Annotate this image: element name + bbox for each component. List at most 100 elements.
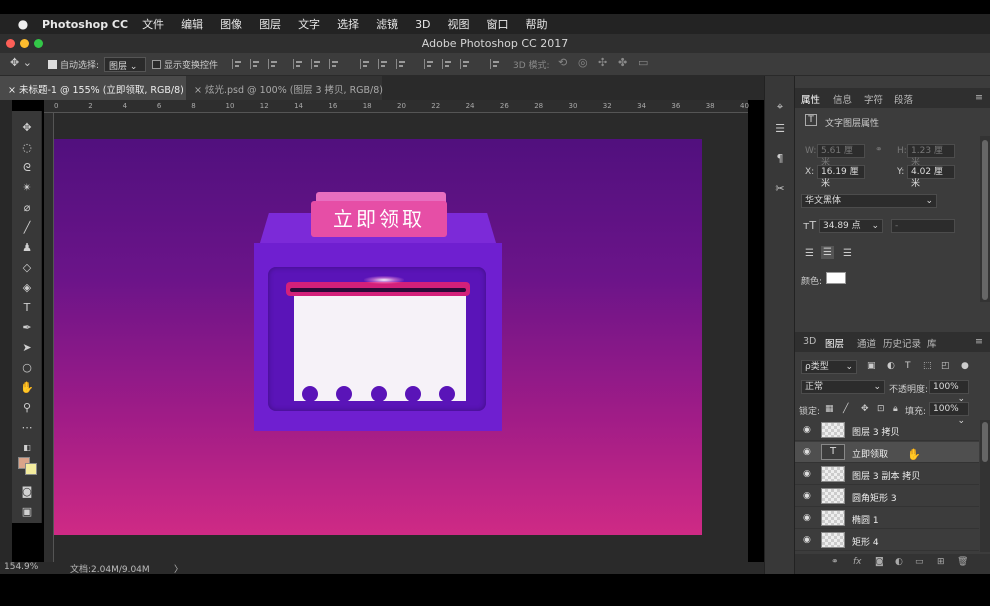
layers-scrollbar[interactable]: [980, 420, 990, 552]
properties-scrollbar[interactable]: [980, 136, 990, 302]
distribute-bottom-icon[interactable]: [396, 59, 407, 69]
tab-character[interactable]: 字符: [864, 92, 883, 106]
tab-history[interactable]: 历史记录: [883, 336, 921, 350]
panel-menu-icon[interactable]: ≡: [975, 92, 983, 103]
tab-3d[interactable]: 3D: [803, 336, 816, 347]
path-select-tool-icon[interactable]: ➤: [20, 341, 34, 355]
x-field[interactable]: 16.19 厘米: [817, 165, 865, 189]
visibility-eye-icon[interactable]: ◉: [803, 447, 811, 457]
new-layer-icon[interactable]: ⊞: [937, 557, 945, 567]
filter-type-icon[interactable]: T: [905, 361, 911, 371]
3d-pan-icon[interactable]: ✣: [598, 56, 607, 69]
gradient-tool-icon[interactable]: ◈: [20, 281, 34, 295]
menu-layer[interactable]: 图层: [259, 16, 281, 32]
document-canvas[interactable]: 立即领取: [54, 139, 702, 535]
paragraph-styles-icon[interactable]: ¶: [773, 152, 787, 166]
layer-filter-select[interactable]: ρ类型 ⌄: [801, 360, 857, 374]
visibility-eye-icon[interactable]: ◉: [803, 469, 811, 479]
auto-select-dropdown[interactable]: 图层 ⌄: [104, 57, 146, 72]
tab-untitled-1[interactable]: × 未标题-1 @ 155% (立即领取, RGB/8) *: [0, 76, 192, 100]
link-layers-icon[interactable]: ⚭: [831, 557, 839, 567]
filter-shape-icon[interactable]: ⬚: [923, 361, 932, 371]
move-tool-icon[interactable]: ✥: [20, 121, 34, 135]
auto-select-checkbox[interactable]: 自动选择:: [48, 58, 99, 71]
stamp-tool-icon[interactable]: ♟: [20, 241, 34, 255]
properties-scroll-thumb[interactable]: [982, 140, 988, 300]
lasso-tool-icon[interactable]: ᘓ: [20, 161, 34, 175]
tab-close-icon[interactable]: ×: [8, 85, 16, 96]
zoom-level[interactable]: 154.9%: [4, 562, 38, 572]
text-tool-icon[interactable]: T: [20, 301, 34, 315]
menu-select[interactable]: 选择: [337, 16, 359, 32]
filter-pixel-icon[interactable]: ▣: [867, 361, 876, 371]
filter-smart-object-icon[interactable]: ◰: [941, 361, 950, 371]
blend-mode-select[interactable]: 正常 ⌄: [801, 380, 885, 394]
swap-colors-icon[interactable]: ◧ ⇄: [20, 441, 34, 466]
align-right-icon[interactable]: [329, 59, 340, 69]
align-text-center-icon[interactable]: ☰: [821, 246, 834, 259]
y-field[interactable]: 4.02 厘米: [907, 165, 955, 189]
add-mask-icon[interactable]: ◙: [875, 557, 884, 567]
move-tool-preset-icon[interactable]: ✥ ⌄: [10, 56, 32, 69]
tab-properties[interactable]: 属性: [801, 92, 820, 106]
tab-close-icon[interactable]: ×: [194, 85, 202, 96]
auto-align-icon[interactable]: [490, 59, 501, 69]
align-vcenter-icon[interactable]: [250, 59, 261, 69]
menu-edit[interactable]: 编辑: [181, 16, 203, 32]
tab-info[interactable]: 信息: [833, 92, 852, 106]
filter-toggle-icon[interactable]: ●: [961, 361, 969, 371]
tab-libraries[interactable]: 库: [927, 336, 937, 350]
menu-type[interactable]: 文字: [298, 16, 320, 32]
distribute-right-icon[interactable]: [460, 59, 471, 69]
hand-tool-icon[interactable]: ✋: [20, 381, 34, 395]
distribute-top-icon[interactable]: [360, 59, 371, 69]
show-transform-checkbox[interactable]: 显示变换控件: [152, 58, 218, 71]
3d-slide-icon[interactable]: ✤: [618, 56, 627, 69]
screen-mode-icon[interactable]: ▣: [20, 505, 34, 519]
delete-layer-icon[interactable]: 🗑︎: [957, 557, 968, 567]
visibility-eye-icon[interactable]: ◉: [803, 491, 811, 501]
tab-paragraph[interactable]: 段落: [894, 92, 913, 106]
magic-wand-tool-icon[interactable]: ✴: [20, 181, 34, 195]
layer-row[interactable]: ◉ 圆角矩形 3: [795, 486, 979, 507]
new-group-icon[interactable]: ▭: [915, 557, 924, 567]
lock-transparency-icon[interactable]: ▦: [825, 404, 834, 414]
marquee-tool-icon[interactable]: ◌: [20, 141, 34, 155]
filter-adjustment-icon[interactable]: ◐: [887, 361, 895, 371]
quick-mask-icon[interactable]: ◙: [20, 485, 34, 499]
adjustment-layer-icon[interactable]: ◐: [895, 557, 903, 567]
ellipse-tool-icon[interactable]: ○: [20, 361, 34, 375]
visibility-eye-icon[interactable]: ◉: [803, 513, 811, 523]
lock-image-icon[interactable]: ╱: [843, 404, 848, 414]
text-color-swatch[interactable]: [826, 272, 846, 284]
tab-glow-psd[interactable]: × 炫光.psd @ 100% (图层 3 拷贝, RGB/8): [186, 76, 383, 100]
lock-all-icon[interactable]: 🔒︎: [893, 404, 898, 414]
distribute-vcenter-icon[interactable]: [378, 59, 389, 69]
align-left-icon[interactable]: [293, 59, 304, 69]
font-style-field[interactable]: -: [891, 219, 955, 233]
font-family-select[interactable]: 华文黑体 ⌄: [801, 194, 937, 208]
visibility-eye-icon[interactable]: ◉: [803, 425, 811, 435]
lock-position-icon[interactable]: ✥: [861, 404, 869, 414]
menu-3d[interactable]: 3D: [415, 18, 430, 31]
layers-panel-menu-icon[interactable]: ≡: [975, 336, 983, 347]
fill-field[interactable]: 100% ⌄: [929, 402, 969, 426]
layer-style-fx-icon[interactable]: fx: [853, 557, 862, 567]
menu-image[interactable]: 图像: [220, 16, 242, 32]
visibility-eye-icon[interactable]: ◉: [803, 535, 811, 545]
tab-channels[interactable]: 通道: [857, 336, 876, 350]
layer-row[interactable]: ◉ 矩形 4: [795, 530, 979, 551]
apple-icon[interactable]: ●: [16, 17, 30, 31]
distribute-left-icon[interactable]: [424, 59, 435, 69]
align-text-right-icon[interactable]: ☰: [843, 248, 852, 259]
distribute-hcenter-icon[interactable]: [442, 59, 453, 69]
align-bottom-icon[interactable]: [268, 59, 279, 69]
width-field[interactable]: 5.61 厘米: [817, 144, 865, 168]
layer-row[interactable]: ◉ 图层 3 副本 拷贝: [795, 464, 979, 485]
layer-row[interactable]: ◉ 图层 3 拷贝: [795, 420, 979, 441]
menu-window[interactable]: 窗口: [487, 16, 509, 32]
3d-roll-icon[interactable]: ◎: [578, 56, 588, 69]
menu-file[interactable]: 文件: [142, 16, 164, 32]
layers-scroll-thumb[interactable]: [982, 422, 988, 462]
menu-help[interactable]: 帮助: [526, 16, 548, 32]
